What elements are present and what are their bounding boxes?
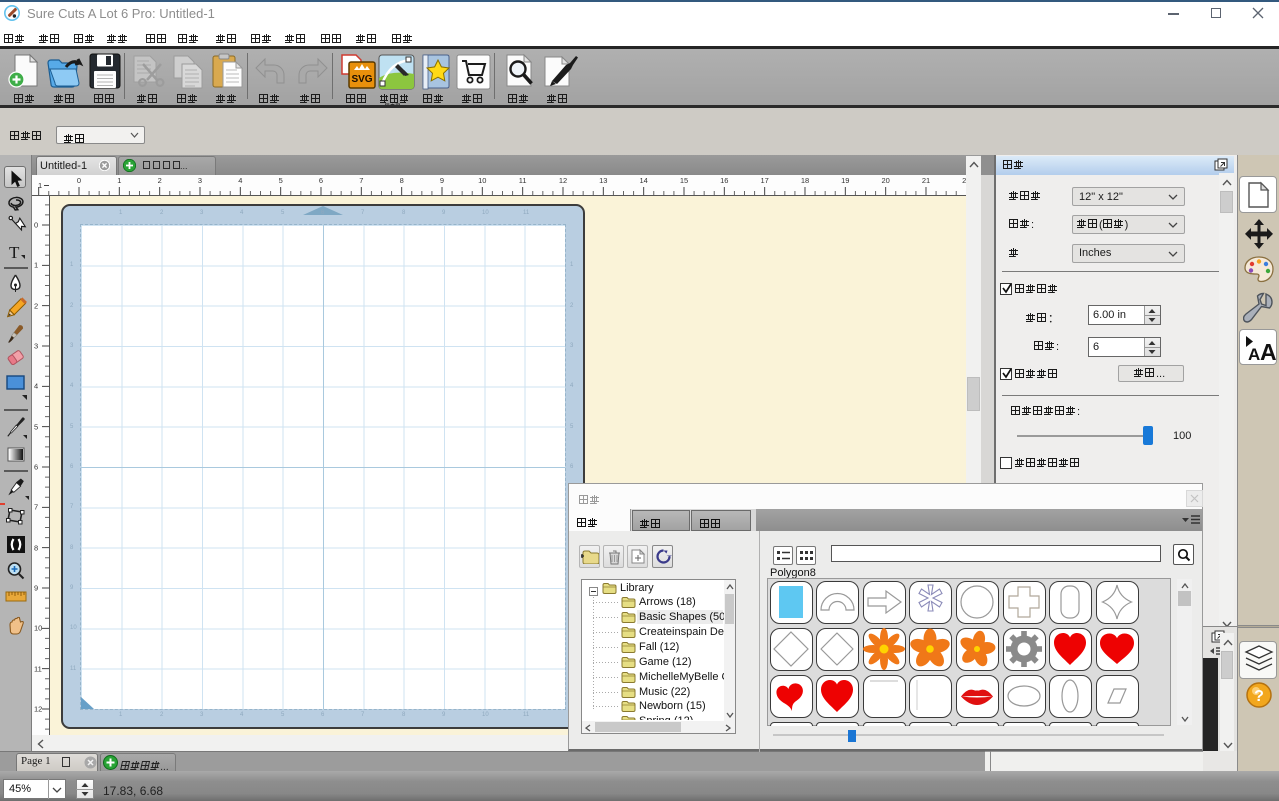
svg-text:A: A xyxy=(1248,345,1260,364)
svg-text:T: T xyxy=(9,243,20,262)
svg-text:A: A xyxy=(1260,339,1277,364)
svg-text:?: ? xyxy=(1254,688,1264,705)
svg-text:SVG: SVG xyxy=(351,74,372,85)
